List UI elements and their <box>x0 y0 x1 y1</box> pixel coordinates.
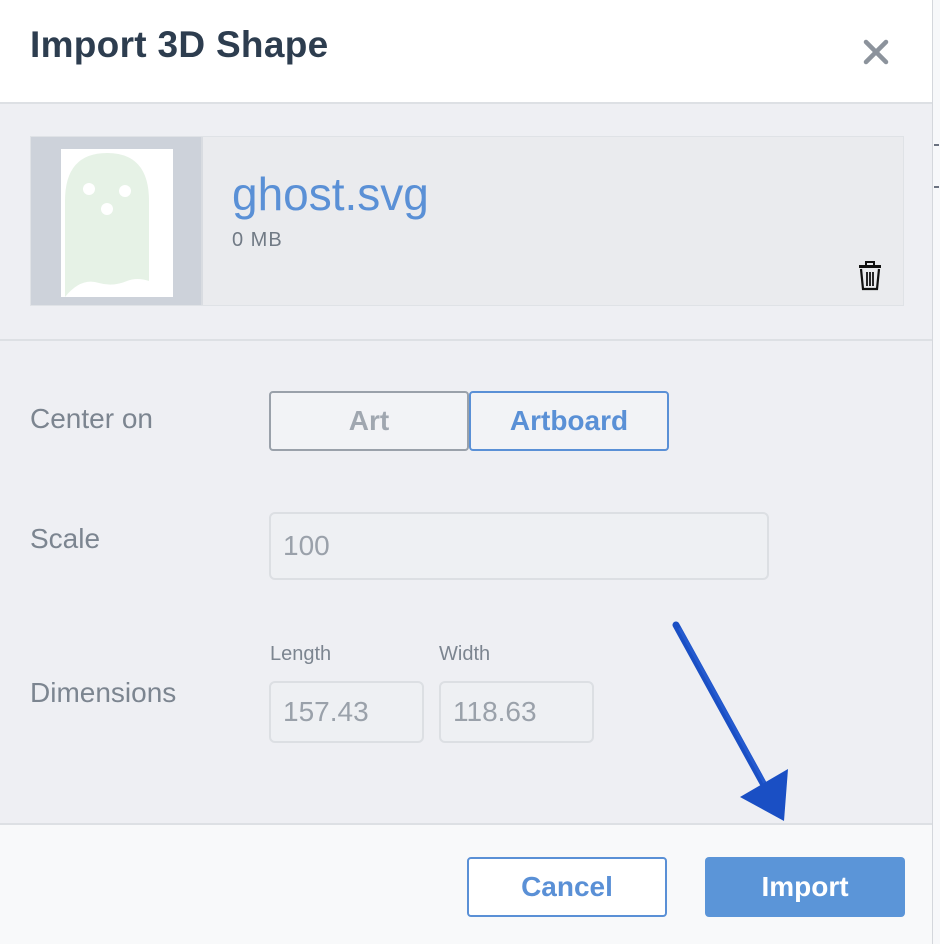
edge-mark <box>934 186 939 188</box>
close-icon[interactable] <box>858 34 894 70</box>
file-name: ghost.svg <box>232 168 429 220</box>
width-label: Width <box>439 643 491 665</box>
length-label: Length <box>270 643 332 665</box>
center-on-label: Center on <box>30 403 153 434</box>
dialog-title: Import 3D Shape <box>30 24 329 65</box>
ghost-icon <box>65 153 149 297</box>
section-divider <box>0 339 932 341</box>
scale-label: Scale <box>30 523 101 554</box>
import-3d-shape-dialog: Import 3D Shape ghost.svg 0 MB Center on… <box>0 0 933 944</box>
center-on-artboard-button[interactable]: Artboard <box>469 391 669 451</box>
center-on-art-button[interactable]: Art <box>269 391 469 451</box>
file-card: ghost.svg 0 MB <box>30 136 904 306</box>
dimensions-label: Dimensions <box>30 677 177 708</box>
cancel-button[interactable]: Cancel <box>467 857 667 917</box>
annotation-arrow-icon <box>672 621 788 821</box>
background-edge <box>933 0 940 944</box>
scale-input[interactable]: 100 <box>269 512 769 580</box>
width-input[interactable]: 118.63 <box>439 681 594 743</box>
dialog-header: Import 3D Shape <box>0 0 932 104</box>
thumbnail-canvas <box>61 149 173 297</box>
edge-mark <box>934 144 939 146</box>
trash-icon[interactable] <box>857 261 883 291</box>
import-button[interactable]: Import <box>705 857 905 917</box>
file-thumbnail <box>31 137 203 305</box>
file-size: 0 MB <box>232 229 283 251</box>
dialog-footer: Cancel Import <box>0 823 932 944</box>
length-input[interactable]: 157.43 <box>269 681 424 743</box>
